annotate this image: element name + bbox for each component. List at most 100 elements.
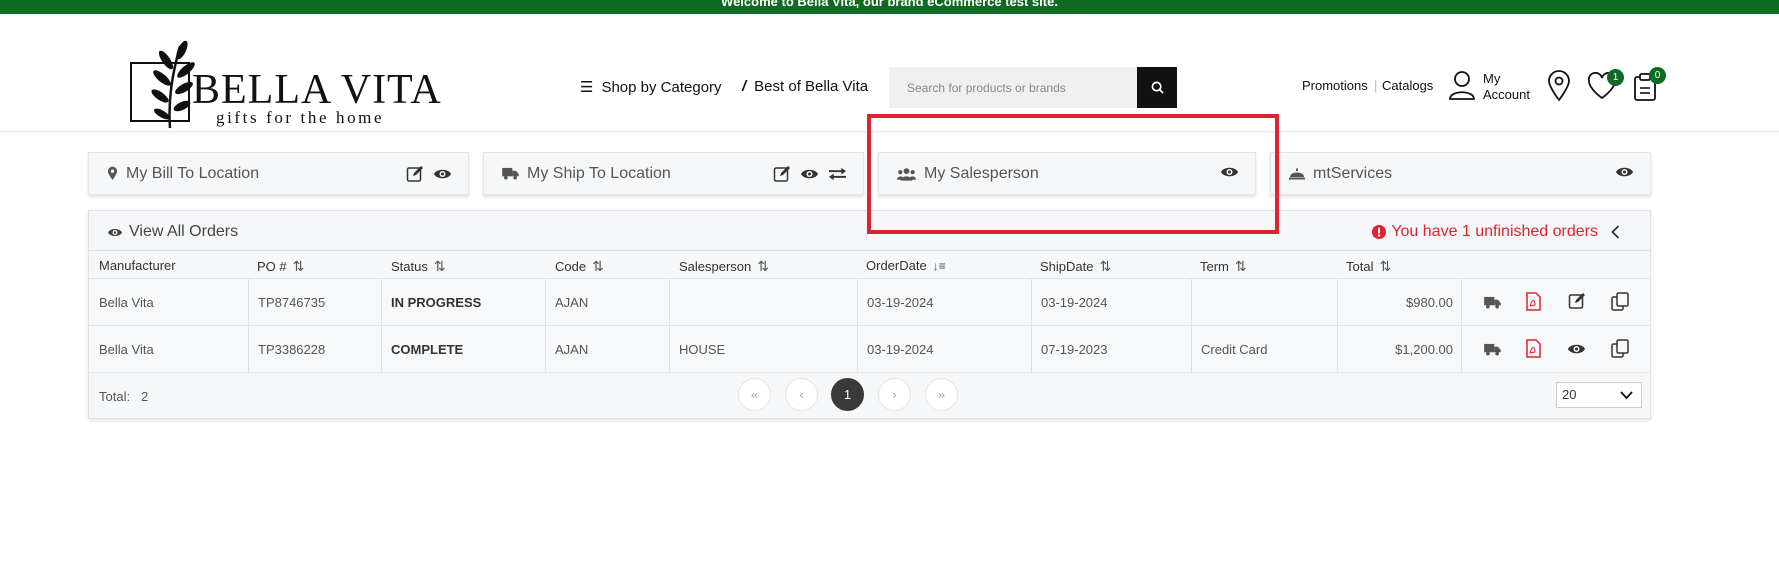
cell-orderdate: 03-19-2024 xyxy=(867,295,934,310)
search-button[interactable] xyxy=(1137,67,1177,108)
col-po[interactable]: PO # ⇅ xyxy=(257,258,304,275)
col-status[interactable]: Status ⇅ xyxy=(391,258,446,275)
col-manufacturer: Manufacturer xyxy=(99,258,176,273)
view-all-orders-label: View All Orders xyxy=(129,223,239,240)
shop-by-category-menu[interactable]: ☰ Shop by Category xyxy=(580,78,722,97)
mtservices-label: mtServices xyxy=(1313,164,1393,182)
search-input[interactable] xyxy=(889,67,1138,108)
col-term-label: Term xyxy=(1200,259,1229,274)
catalogs-link[interactable]: Catalogs xyxy=(1382,78,1433,93)
col-total-label: Total xyxy=(1346,259,1374,274)
first-page-button[interactable]: « xyxy=(738,378,771,411)
orders-panel: View All Orders You have 1 unfinished or… xyxy=(88,210,1651,419)
pdf-icon[interactable] xyxy=(1526,339,1541,358)
store-locator-button[interactable] xyxy=(1547,70,1571,107)
account-button[interactable] xyxy=(1448,70,1476,105)
cell-total: $1,200.00 xyxy=(1395,342,1453,357)
truck-icon[interactable] xyxy=(1484,296,1501,309)
shop-by-category-label: Shop by Category xyxy=(601,78,722,96)
unfinished-orders-text: You have 1 unfinished orders xyxy=(1391,223,1598,240)
eye-icon[interactable] xyxy=(433,167,452,181)
cell-shipdate: 03-19-2024 xyxy=(1041,295,1108,310)
eye-icon[interactable] xyxy=(1567,342,1586,356)
chevron-left-icon[interactable] xyxy=(1611,225,1620,239)
hamburger-icon: ☰ xyxy=(580,79,594,96)
location-pin-icon xyxy=(1548,70,1570,102)
edit-icon[interactable] xyxy=(406,165,424,183)
total-label: Total: xyxy=(99,389,131,404)
col-status-label: Status xyxy=(391,259,428,274)
eye-icon xyxy=(107,228,123,236)
col-po-label: PO # xyxy=(257,259,287,274)
sort-icon[interactable]: ⇅ xyxy=(1379,258,1391,275)
highlight-annotation-box xyxy=(867,114,1279,234)
site-logo[interactable]: BELLA VITA gifts for the home xyxy=(126,26,441,136)
page-1-button[interactable]: 1 xyxy=(831,378,864,411)
sort-desc-icon[interactable]: ↓≡ xyxy=(933,259,946,273)
cell-salesperson: HOUSE xyxy=(679,342,726,357)
welcome-bar: Welcome to Bella Vita, our brand eCommer… xyxy=(0,0,1779,14)
cell-code: AJAN xyxy=(555,342,589,357)
sort-icon[interactable]: ⇅ xyxy=(592,258,604,275)
table-row[interactable]: Bella Vita TP8746735 IN PROGRESS AJAN 03… xyxy=(89,278,1650,326)
bell-service-icon xyxy=(1289,168,1305,180)
col-manufacturer-label: Manufacturer xyxy=(99,258,176,273)
copy-icon[interactable] xyxy=(1611,339,1629,358)
pdf-icon[interactable] xyxy=(1526,292,1541,311)
swap-arrows-icon[interactable] xyxy=(828,167,847,181)
sort-icon[interactable]: ⇅ xyxy=(293,258,305,275)
unfinished-orders-alert[interactable]: You have 1 unfinished orders xyxy=(1372,223,1598,241)
col-shipdate-label: ShipDate xyxy=(1040,259,1094,274)
my-account-line1: My xyxy=(1483,71,1501,86)
col-code-label: Code xyxy=(555,259,587,274)
logo-wordmark: BELLA VITA xyxy=(192,67,442,113)
next-page-button[interactable]: › xyxy=(878,378,911,411)
sort-icon[interactable]: ⇅ xyxy=(1099,258,1111,275)
search-icon xyxy=(1151,81,1164,94)
table-row[interactable]: Bella Vita TP3386228 COMPLETE AJAN HOUSE… xyxy=(89,325,1650,373)
cell-shipdate: 07-19-2023 xyxy=(1041,342,1108,357)
best-of-label: Best of Bella Vita xyxy=(754,78,869,95)
cell-status: COMPLETE xyxy=(391,342,464,357)
cell-po[interactable]: TP3386228 xyxy=(258,326,325,373)
user-icon xyxy=(1449,71,1475,100)
link-separator: | xyxy=(1374,78,1378,93)
prev-page-button[interactable]: ‹ xyxy=(785,378,818,411)
cell-status: IN PROGRESS xyxy=(391,295,482,310)
page-size-select[interactable]: 20 xyxy=(1556,382,1642,408)
orders-footer: Total: 2 xyxy=(89,372,1650,419)
sort-icon[interactable]: ⇅ xyxy=(757,258,769,275)
col-salesperson[interactable]: Salesperson ⇅ xyxy=(679,258,769,275)
truck-icon[interactable] xyxy=(1484,343,1501,356)
eye-icon[interactable] xyxy=(1615,165,1634,179)
mtservices-card[interactable]: mtServices xyxy=(1270,152,1651,195)
my-account-link[interactable]: My Account xyxy=(1483,71,1530,103)
truck-icon xyxy=(502,167,519,180)
map-marker-icon xyxy=(107,166,118,180)
col-total[interactable]: Total ⇅ xyxy=(1346,258,1391,275)
total-count: 2 xyxy=(141,389,149,404)
col-shipdate[interactable]: ShipDate ⇅ xyxy=(1040,258,1111,275)
cell-total: $980.00 xyxy=(1406,295,1453,310)
view-all-orders-link[interactable]: View All Orders xyxy=(107,223,238,241)
col-term[interactable]: Term ⇅ xyxy=(1200,258,1247,275)
last-page-button[interactable]: » xyxy=(925,378,958,411)
ship-to-location-card[interactable]: My Ship To Location xyxy=(483,152,864,195)
edit-icon[interactable] xyxy=(1568,292,1586,310)
col-code[interactable]: Code ⇅ xyxy=(555,258,604,275)
promotions-link[interactable]: Promotions xyxy=(1302,78,1368,93)
chevron-down-icon xyxy=(1620,391,1633,400)
cell-orderdate: 03-19-2024 xyxy=(867,342,934,357)
olive-branch-icon xyxy=(151,40,195,129)
best-of-bella-vita-link[interactable]: / Best of Bella Vita xyxy=(742,78,868,95)
col-orderdate[interactable]: OrderDate ↓≡ xyxy=(866,258,946,273)
bill-to-location-card[interactable]: My Bill To Location xyxy=(88,152,469,195)
sort-icon[interactable]: ⇅ xyxy=(434,258,446,275)
cell-term: Credit Card xyxy=(1201,342,1268,357)
sort-icon[interactable]: ⇅ xyxy=(1235,258,1247,275)
wishlist-count-badge: 1 xyxy=(1607,69,1624,86)
copy-icon[interactable] xyxy=(1611,292,1629,311)
eye-icon[interactable] xyxy=(800,167,819,181)
edit-icon[interactable] xyxy=(773,165,791,183)
cell-po[interactable]: TP8746735 xyxy=(258,279,325,326)
